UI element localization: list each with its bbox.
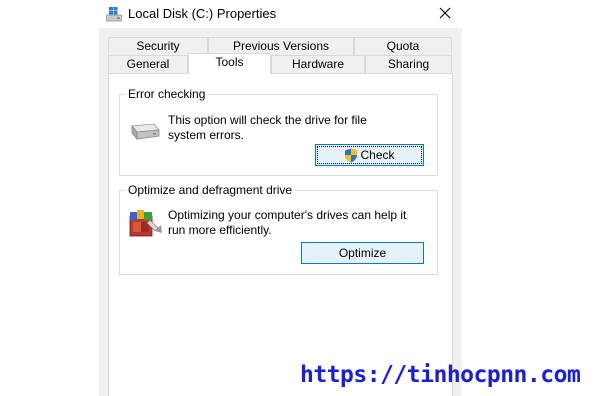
optimize-button-label: Optimize (338, 246, 387, 260)
title-bar: Local Disk (C:) Properties (0, 0, 596, 28)
error-checking-description: This option will check the drive for fil… (168, 113, 367, 142)
optimize-button[interactable]: Optimize (301, 242, 424, 264)
optimize-group-label: Optimize and defragment drive (126, 183, 295, 197)
close-icon (439, 7, 451, 19)
watermark-url: https://tinhocpnn.com (300, 362, 581, 388)
defragment-icon (129, 210, 162, 237)
window-title: Local Disk (C:) Properties (128, 6, 277, 21)
hard-drive-icon (131, 123, 160, 141)
tab-sharing[interactable]: Sharing (365, 55, 452, 73)
uac-shield-icon (345, 148, 358, 162)
drive-windows-icon (106, 7, 122, 22)
error-checking-label: Error checking (126, 87, 208, 101)
tab-general[interactable]: General (108, 55, 188, 73)
optimize-description: Optimizing your computer's drives can he… (168, 208, 407, 237)
check-button-label: Check (360, 148, 395, 162)
tab-hardware[interactable]: Hardware (271, 55, 365, 73)
tab-quota[interactable]: Quota (354, 37, 452, 55)
close-button[interactable] (428, 0, 462, 26)
tab-tools[interactable]: Tools (188, 53, 271, 74)
check-button[interactable]: Check (315, 144, 424, 166)
